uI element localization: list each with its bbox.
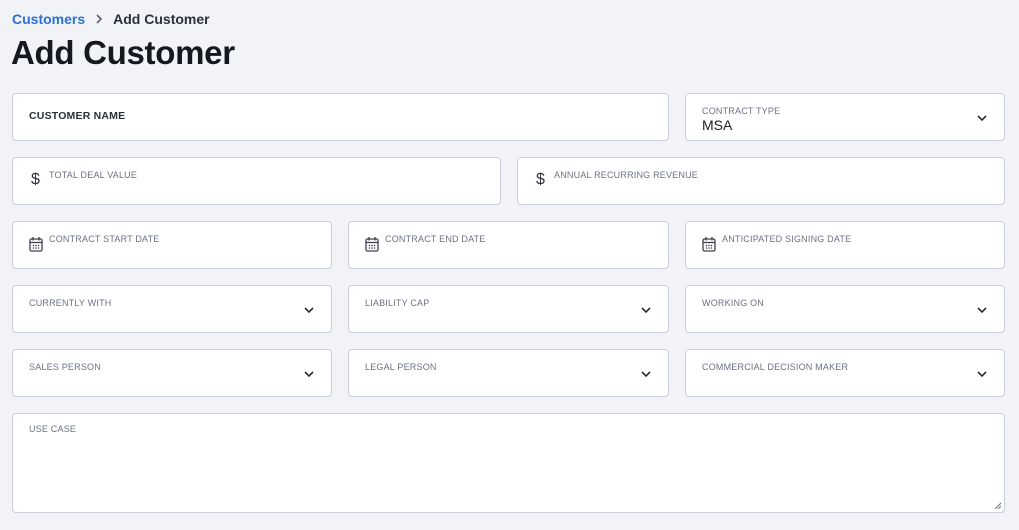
currently-with-select[interactable]: CURRENTLY WITH — [12, 285, 332, 333]
contract-start-date-field[interactable]: CONTRACT START DATE — [12, 221, 332, 269]
total-deal-value-label: TOTAL DEAL VALUE — [49, 170, 138, 180]
working-on-select[interactable]: WORKING ON — [685, 285, 1005, 333]
customer-name-label: CUSTOMER NAME — [29, 110, 126, 122]
use-case-label: USE CASE — [29, 424, 77, 434]
legal-person-select[interactable]: LEGAL PERSON — [348, 349, 669, 397]
contract-end-date-field[interactable]: CONTRACT END DATE — [348, 221, 669, 269]
dollar-icon: $ — [31, 171, 40, 188]
chevron-down-icon — [304, 307, 314, 314]
total-deal-value-field[interactable]: $ TOTAL DEAL VALUE — [12, 157, 501, 205]
calendar-icon — [702, 237, 716, 252]
breadcrumb-current: Add Customer — [113, 11, 210, 27]
chevron-down-icon — [977, 307, 987, 314]
liability-cap-select[interactable]: LIABILITY CAP — [348, 285, 669, 333]
chevron-down-icon — [641, 371, 651, 378]
contract-type-select[interactable]: CONTRACT TYPE MSA — [685, 93, 1005, 141]
contract-type-label: CONTRACT TYPE — [702, 106, 781, 116]
annual-recurring-revenue-field[interactable]: $ ANNUAL RECURRING REVENUE — [517, 157, 1005, 205]
working-on-label: WORKING ON — [702, 298, 764, 308]
liability-cap-label: LIABILITY CAP — [365, 298, 430, 308]
dollar-icon: $ — [536, 171, 545, 188]
chevron-down-icon — [641, 307, 651, 314]
legal-person-label: LEGAL PERSON — [365, 362, 437, 372]
calendar-icon — [29, 237, 43, 252]
resize-handle-icon[interactable] — [994, 502, 1002, 510]
currently-with-label: CURRENTLY WITH — [29, 298, 112, 308]
commercial-decision-maker-label: COMMERCIAL DECISION MAKER — [702, 362, 849, 372]
breadcrumb: Customers Add Customer — [12, 11, 210, 27]
chevron-right-icon — [95, 14, 103, 24]
sales-person-select[interactable]: SALES PERSON — [12, 349, 332, 397]
contract-type-value: MSA — [702, 117, 733, 133]
commercial-decision-maker-select[interactable]: COMMERCIAL DECISION MAKER — [685, 349, 1005, 397]
sales-person-label: SALES PERSON — [29, 362, 101, 372]
chevron-down-icon — [977, 115, 987, 122]
use-case-textarea[interactable]: USE CASE — [12, 413, 1005, 513]
anticipated-signing-date-label: ANTICIPATED SIGNING DATE — [722, 234, 852, 244]
calendar-icon — [365, 237, 379, 252]
chevron-down-icon — [304, 371, 314, 378]
annual-recurring-revenue-label: ANNUAL RECURRING REVENUE — [554, 170, 698, 180]
page-title: Add Customer — [11, 34, 235, 71]
contract-start-date-label: CONTRACT START DATE — [49, 234, 160, 244]
chevron-down-icon — [977, 371, 987, 378]
breadcrumb-customers-link[interactable]: Customers — [12, 11, 85, 27]
contract-end-date-label: CONTRACT END DATE — [385, 234, 486, 244]
customer-name-field[interactable]: CUSTOMER NAME — [12, 93, 669, 141]
anticipated-signing-date-field[interactable]: ANTICIPATED SIGNING DATE — [685, 221, 1005, 269]
